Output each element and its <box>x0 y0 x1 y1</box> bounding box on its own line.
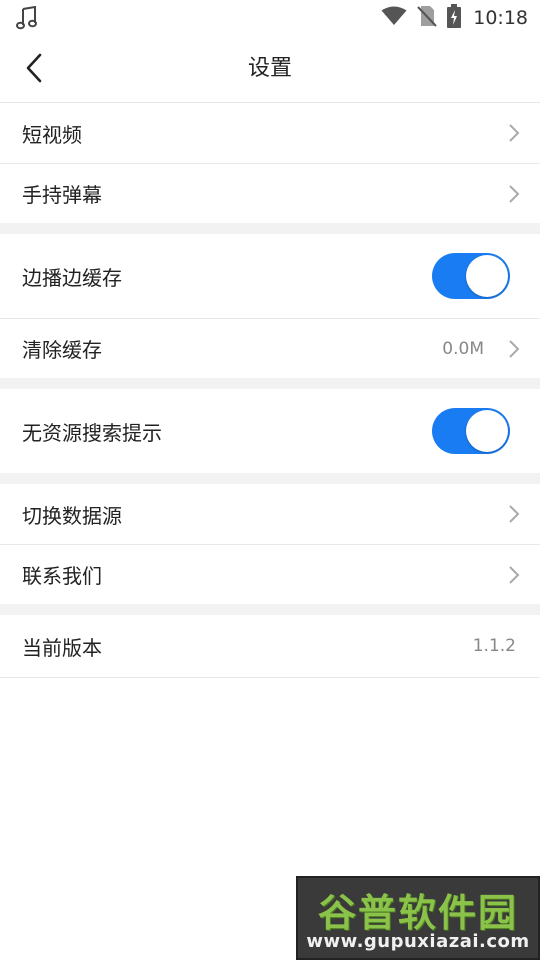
section-gap <box>0 473 540 484</box>
app-bar: 设置 <box>0 36 540 103</box>
row-label: 无资源搜索提示 <box>22 420 162 445</box>
chevron-right-icon <box>508 339 520 363</box>
divider <box>0 677 540 678</box>
row-label: 边播边缓存 <box>22 265 122 290</box>
toggle-knob <box>466 255 508 297</box>
settings-row-clear-cache[interactable]: 清除缓存 0.0M <box>0 319 540 378</box>
settings-row-no-source-hint: 无资源搜索提示 <box>0 389 540 473</box>
watermark-logo: 谷普软件园 www.gupuxiazai.com <box>296 876 540 960</box>
chevron-right-icon <box>508 123 520 147</box>
version-value: 1.1.2 <box>472 636 516 656</box>
settings-row-switch-source[interactable]: 切换数据源 <box>0 484 540 544</box>
chevron-right-icon <box>508 504 520 528</box>
toggle-knob <box>466 410 508 452</box>
settings-row-handheld-danmaku[interactable]: 手持弹幕 <box>0 164 540 223</box>
settings-row-cache-while-playing: 边播边缓存 <box>0 234 540 318</box>
status-bar: 10:18 <box>0 0 540 36</box>
section-gap <box>0 604 540 615</box>
status-time: 10:18 <box>473 7 528 29</box>
section-gap <box>0 378 540 389</box>
row-label: 手持弹幕 <box>22 183 102 207</box>
cache-while-playing-toggle[interactable] <box>432 253 510 299</box>
no-sim-icon <box>407 5 437 31</box>
no-source-hint-toggle[interactable] <box>432 408 510 454</box>
wifi-icon <box>371 6 407 30</box>
chevron-right-icon <box>508 565 520 589</box>
row-label: 切换数据源 <box>22 503 122 528</box>
row-label: 清除缓存 <box>22 338 102 362</box>
row-label: 联系我们 <box>22 564 102 588</box>
row-label: 短视频 <box>22 122 82 147</box>
chevron-right-icon <box>508 184 520 208</box>
watermark-title: 谷普软件园 <box>317 891 518 935</box>
battery-charging-icon <box>437 4 462 32</box>
row-label: 当前版本 <box>22 635 102 660</box>
settings-row-version: 当前版本 1.1.2 <box>0 615 540 677</box>
settings-row-contact-us[interactable]: 联系我们 <box>0 545 540 604</box>
music-note-icon <box>16 5 38 34</box>
watermark-url: www.gupuxiazai.com <box>306 931 530 952</box>
settings-row-short-video[interactable]: 短视频 <box>0 103 540 163</box>
section-gap <box>0 223 540 234</box>
page-title: 设置 <box>247 56 292 81</box>
cache-size-value: 0.0M <box>442 338 484 359</box>
